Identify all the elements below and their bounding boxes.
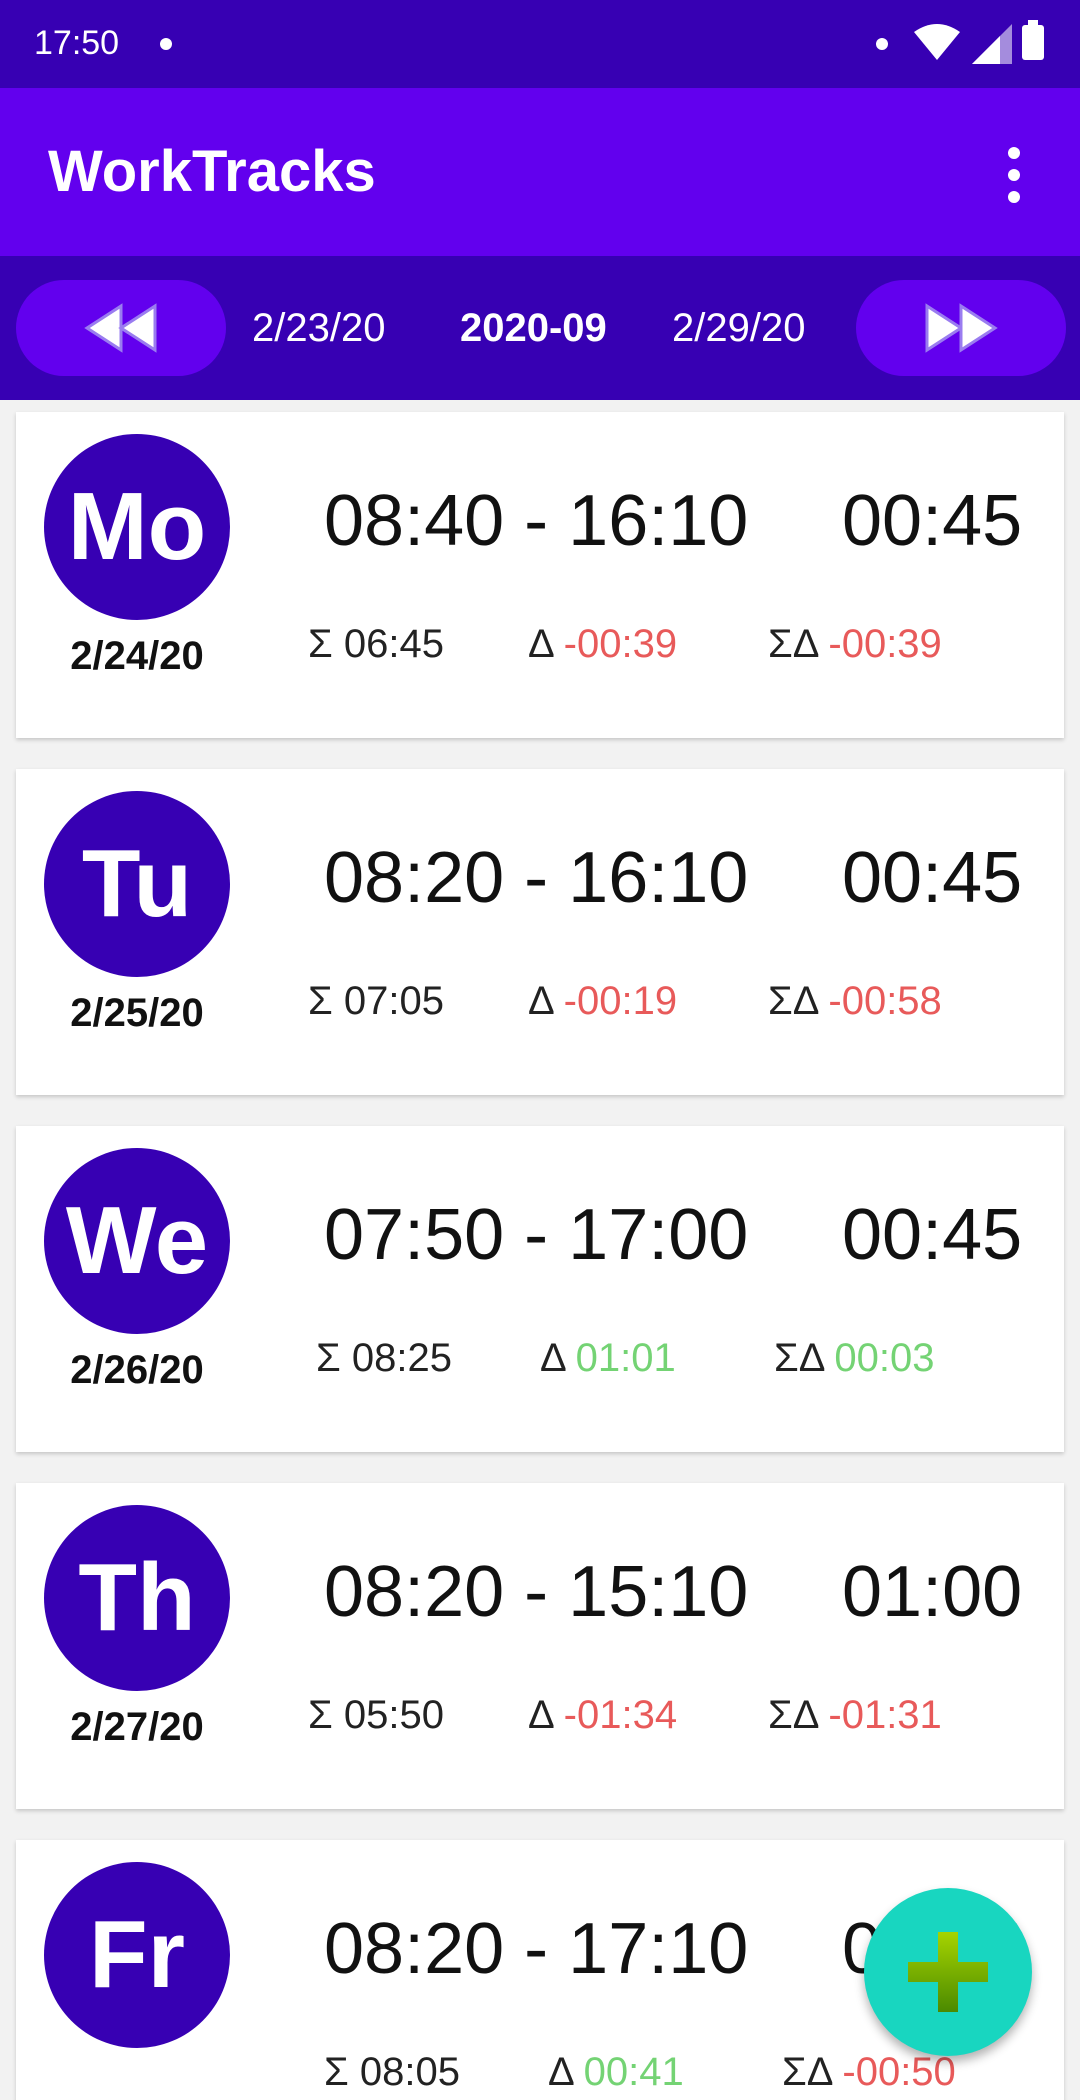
day-avatar: Tu: [44, 791, 230, 977]
day-date: 2/25/20: [70, 991, 204, 1035]
status-time: 17:50: [34, 24, 120, 62]
delta-value: -00:39: [563, 622, 678, 666]
daily-sum: Σ 06:45: [308, 622, 444, 667]
delta-symbol: Δ: [528, 979, 553, 1023]
more-vert-icon[interactable]: [990, 143, 1038, 207]
app-bar: WorkTracks: [0, 88, 1080, 256]
cumulative-delta: ΣΔ -01:31: [768, 1693, 942, 1738]
sum-value: 06:45: [343, 622, 444, 666]
app-title: WorkTracks: [48, 139, 376, 204]
sum-value: 05:50: [343, 1693, 444, 1737]
break-duration: 00:45: [842, 481, 1023, 561]
sum-value: 08:05: [359, 2050, 460, 2094]
work-time-range: 07:50 - 17:00: [324, 1195, 749, 1275]
sum-symbol: Σ: [308, 1693, 333, 1737]
day-date: 2/26/20: [70, 1348, 204, 1392]
sum-delta-value: -01:31: [828, 1693, 942, 1737]
add-entry-button[interactable]: [864, 1888, 1032, 2056]
day-avatar: Th: [44, 1505, 230, 1691]
battery-icon: [1022, 20, 1044, 60]
sum-symbol: Σ: [308, 979, 333, 1023]
sum-delta-symbol: ΣΔ: [768, 1693, 818, 1737]
delta-symbol: Δ: [528, 622, 553, 666]
add-icon: [908, 1932, 988, 2012]
next-week-button[interactable]: [856, 280, 1066, 376]
break-duration: 00:45: [842, 1195, 1023, 1275]
week-start-date: 2/23/20: [252, 306, 386, 350]
work-time-range: 08:40 - 16:10: [324, 481, 749, 561]
cumulative-delta: ΣΔ -00:58: [768, 979, 942, 1024]
sum-delta-value: -00:39: [828, 622, 942, 666]
signal-icon: [972, 24, 1012, 64]
delta-symbol: Δ: [548, 2050, 573, 2094]
cumulative-delta: ΣΔ -00:50: [782, 2050, 956, 2095]
day-list[interactable]: Mo 2/24/20 08:40 - 16:10 00:45 Σ 06:45 Δ…: [0, 400, 1080, 2100]
previous-week-button[interactable]: [16, 280, 226, 376]
cumulative-delta: ΣΔ -00:39: [768, 622, 942, 667]
day-avatar: Fr: [44, 1862, 230, 2048]
week-label: 2020-09: [460, 306, 607, 350]
delta-value: -01:34: [563, 1693, 678, 1737]
day-card-monday[interactable]: Mo 2/24/20 08:40 - 16:10 00:45 Σ 06:45 Δ…: [16, 412, 1064, 738]
delta-symbol: Δ: [540, 1336, 565, 1380]
sum-symbol: Σ: [324, 2050, 349, 2094]
sum-delta-value: 00:03: [834, 1336, 935, 1380]
week-end-date: 2/29/20: [672, 306, 806, 350]
delta-symbol: Δ: [528, 1693, 553, 1737]
day-date: 2/27/20: [70, 1705, 204, 1749]
sum-symbol: Σ: [316, 1336, 341, 1380]
work-time-range: 08:20 - 15:10: [324, 1552, 749, 1632]
daily-sum: Σ 05:50: [308, 1693, 444, 1738]
day-card-thursday[interactable]: Th 2/27/20 08:20 - 15:10 01:00 Σ 05:50 Δ…: [16, 1483, 1064, 1809]
daily-delta: Δ -00:19: [528, 979, 677, 1024]
sum-delta-value: -00:50: [842, 2050, 956, 2094]
sum-symbol: Σ: [308, 622, 333, 666]
status-bar: 17:50: [0, 0, 1080, 88]
sum-delta-value: -00:58: [828, 979, 942, 1023]
day-avatar: Mo: [44, 434, 230, 620]
day-date: 2/24/20: [70, 634, 204, 678]
sum-delta-symbol: ΣΔ: [782, 2050, 832, 2094]
sum-value: 07:05: [343, 979, 444, 1023]
notification-dot-icon: [876, 38, 888, 50]
daily-delta: Δ -00:39: [528, 622, 677, 667]
day-card-tuesday[interactable]: Tu 2/25/20 08:20 - 16:10 00:45 Σ 07:05 Δ…: [16, 769, 1064, 1095]
daily-delta: Δ 01:01: [540, 1336, 676, 1381]
delta-value: 00:41: [583, 2050, 684, 2094]
day-avatar: We: [44, 1148, 230, 1334]
sum-delta-symbol: ΣΔ: [768, 622, 818, 666]
daily-sum: Σ 08:05: [324, 2050, 460, 2095]
rewind-icon: [84, 303, 157, 353]
break-duration: 01:00: [842, 1552, 1023, 1632]
work-time-range: 08:20 - 16:10: [324, 838, 749, 918]
break-duration: 00:45: [842, 838, 1023, 918]
wifi-icon: [914, 24, 960, 60]
day-card-wednesday[interactable]: We 2/26/20 07:50 - 17:00 00:45 Σ 08:25 Δ…: [16, 1126, 1064, 1452]
daily-delta: Δ 00:41: [548, 2050, 684, 2095]
daily-sum: Σ 07:05: [308, 979, 444, 1024]
sum-delta-symbol: ΣΔ: [768, 979, 818, 1023]
delta-value: -00:19: [563, 979, 678, 1023]
work-time-range: 08:20 - 17:10: [324, 1909, 749, 1989]
sum-delta-symbol: ΣΔ: [774, 1336, 824, 1380]
delta-value: 01:01: [575, 1336, 676, 1380]
daily-sum: Σ 08:25: [316, 1336, 452, 1381]
week-navigation: 2/23/20 2020-09 2/29/20: [0, 256, 1080, 400]
fast-forward-icon: [925, 303, 998, 353]
daily-delta: Δ -01:34: [528, 1693, 677, 1738]
cumulative-delta: ΣΔ 00:03: [774, 1336, 934, 1381]
sum-value: 08:25: [351, 1336, 452, 1380]
notification-dot-icon: [160, 38, 172, 50]
